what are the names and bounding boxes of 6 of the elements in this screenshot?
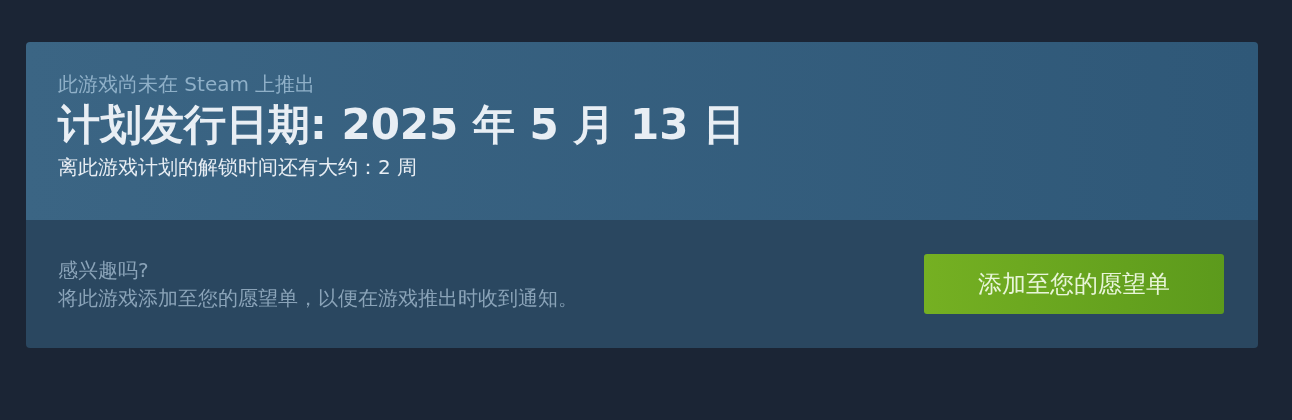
release-date-title: 计划发行日期: 2025 年 5 月 13 日 [58,99,747,151]
release-notice: 此游戏尚未在 Steam 上推出 [58,71,317,98]
add-to-wishlist-button[interactable]: 添加至您的愿望单 [924,254,1224,314]
countdown-text: 离此游戏计划的解锁时间还有大约：2 周 [58,154,419,181]
wishlist-question: 感兴趣吗? [58,257,150,284]
wishlist-description: 将此游戏添加至您的愿望单，以便在游戏推出时收到通知。 [58,285,578,312]
